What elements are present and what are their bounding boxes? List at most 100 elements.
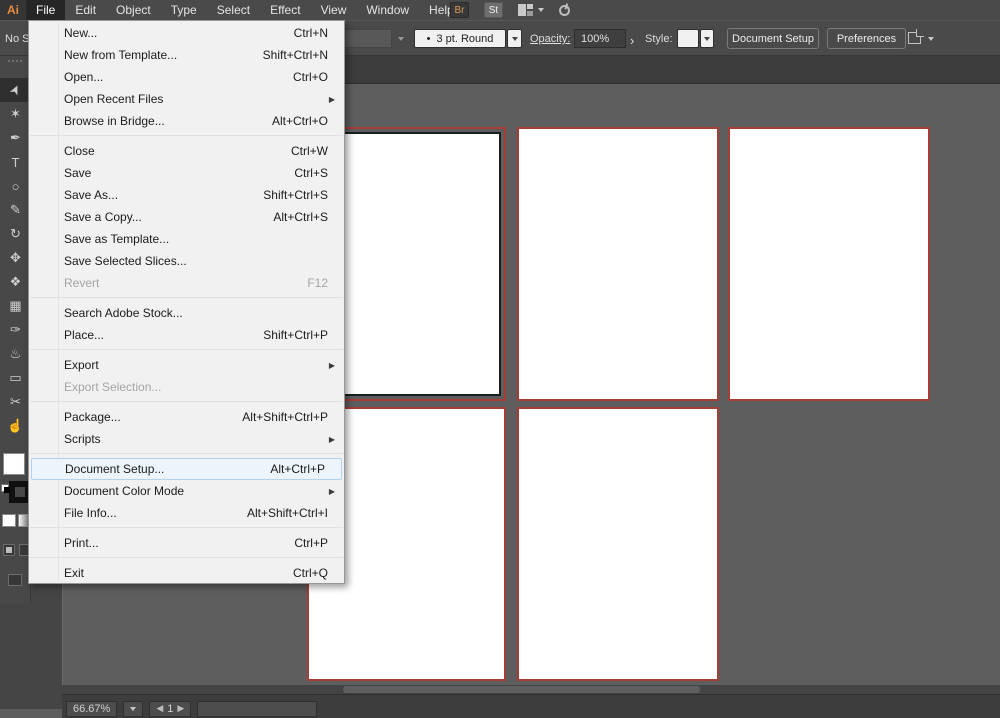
symbol-sprayer-tool[interactable]: ♨ [0, 342, 31, 366]
shortcut: Shift+Ctrl+P [263, 328, 328, 342]
menu-item-document-color-mode[interactable]: Document Color Mode ▶ [29, 480, 344, 502]
select-similar-options-icon[interactable] [908, 32, 921, 44]
preferences-button[interactable]: Preferences [827, 28, 906, 49]
color-mode-button[interactable] [2, 514, 16, 527]
shortcut: Alt+Shift+Ctrl+I [247, 506, 328, 520]
opacity-field[interactable]: 100% [574, 29, 626, 48]
tools-panel: ➤ ✶ ✒ T ○ ✎ ↻ ✥ ❖ ▦ ✑ ♨ ▭ ✂ ☝ [0, 56, 31, 604]
free-transform-tool[interactable]: ✥ [0, 246, 31, 270]
style-dropdown-button[interactable] [700, 29, 714, 48]
submenu-arrow-icon: ▶ [329, 435, 335, 444]
mesh-tool[interactable]: ▦ [0, 294, 31, 318]
stroke-chevron-icon[interactable] [398, 37, 404, 41]
shape-builder-tool[interactable]: ❖ [0, 270, 31, 294]
shortcut: Ctrl+O [293, 70, 328, 84]
menu-item-close[interactable]: Close Ctrl+W [29, 140, 344, 162]
horizontal-scrollbar[interactable] [62, 685, 1000, 694]
document-setup-button[interactable]: Document Setup [727, 28, 819, 49]
menu-separator [30, 297, 343, 298]
shape-builder-icon: ❖ [10, 274, 22, 290]
menu-item-browse-in-bridge[interactable]: Browse in Bridge... Alt+Ctrl+O [29, 110, 344, 132]
fill-color-swatch[interactable] [3, 453, 25, 475]
artboard-5[interactable] [517, 407, 719, 681]
menu-item-export-selection: Export Selection... [29, 376, 344, 398]
paintbrush-tool[interactable]: ✎ [0, 198, 31, 222]
brush-preview-dot: • [427, 33, 431, 45]
menu-item-exit[interactable]: Exit Ctrl+Q [29, 562, 344, 584]
ellipse-tool[interactable]: ○ [0, 174, 31, 198]
menu-item-save[interactable]: Save Ctrl+S [29, 162, 344, 184]
ellipse-icon: ○ [12, 179, 20, 194]
style-label: Style: [645, 33, 673, 45]
bridge-button[interactable]: Br [450, 2, 469, 18]
type-tool[interactable]: T [0, 150, 31, 174]
chevron-down-icon [538, 8, 544, 12]
menu-item-print[interactable]: Print... Ctrl+P [29, 532, 344, 554]
magic-wand-tool[interactable]: ✶ [0, 102, 31, 126]
menu-separator [30, 135, 343, 136]
shortcut: Ctrl+S [294, 166, 328, 180]
workspace-switcher[interactable] [518, 4, 544, 16]
type-icon: T [12, 155, 20, 170]
menu-item-new[interactable]: New... Ctrl+N [29, 22, 344, 44]
eyedropper-tool[interactable]: ✑ [0, 318, 31, 342]
menu-item-save-as[interactable]: Save As... Shift+Ctrl+S [29, 184, 344, 206]
submenu-arrow-icon: ▶ [329, 95, 335, 104]
menu-item-search-adobe-stock[interactable]: Search Adobe Stock... [29, 302, 344, 324]
menu-separator [30, 453, 343, 454]
chevron-down-icon[interactable] [928, 37, 934, 41]
shortcut: Ctrl+Q [293, 566, 328, 580]
menu-object[interactable]: Object [106, 0, 161, 20]
panel-grip[interactable] [8, 60, 22, 68]
artboard-2[interactable] [517, 127, 719, 401]
artboard-3[interactable] [728, 127, 930, 401]
menu-item-file-info[interactable]: File Info... Alt+Shift+Ctrl+I [29, 502, 344, 524]
menu-window[interactable]: Window [356, 0, 419, 20]
selection-tool[interactable]: ➤ [0, 78, 31, 102]
menu-separator [30, 557, 343, 558]
shortcut: Alt+Ctrl+S [273, 210, 328, 224]
menu-item-save-a-copy[interactable]: Save a Copy... Alt+Ctrl+S [29, 206, 344, 228]
symbol-sprayer-icon: ♨ [10, 346, 22, 362]
stock-button[interactable]: St [484, 2, 503, 18]
pen-tool[interactable]: ✒ [0, 126, 31, 150]
menu-type[interactable]: Type [161, 0, 207, 20]
draw-normal-mode-button[interactable] [3, 544, 15, 556]
rotate-tool[interactable]: ↻ [0, 222, 31, 246]
status-bar: 66.67% ◀ 1 ▶ [62, 694, 1000, 718]
menu-item-open-recent-files[interactable]: Open Recent Files ▶ [29, 88, 344, 110]
menu-item-export[interactable]: Export ▶ [29, 354, 344, 376]
menu-item-save-as-template[interactable]: Save as Template... [29, 228, 344, 250]
menu-item-place[interactable]: Place... Shift+Ctrl+P [29, 324, 344, 346]
menu-item-save-selected-slices[interactable]: Save Selected Slices... [29, 250, 344, 272]
artboard-tool[interactable]: ▭ [0, 366, 31, 390]
chevron-down-icon [704, 37, 710, 41]
menu-effect[interactable]: Effect [260, 0, 310, 20]
menu-edit[interactable]: Edit [65, 0, 106, 20]
brush-definition-value: 3 pt. Round [436, 33, 493, 45]
brush-definition-dropdown[interactable]: • 3 pt. Round [414, 29, 506, 48]
opacity-stepper-icon[interactable]: › [630, 33, 634, 48]
menu-separator [30, 527, 343, 528]
default-fill-stroke-icon[interactable] [1, 484, 11, 493]
shortcut: Ctrl+W [291, 144, 328, 158]
menu-view[interactable]: View [311, 0, 357, 20]
opacity-label[interactable]: Opacity: [530, 33, 570, 45]
screen-mode-button[interactable] [8, 574, 22, 586]
menu-item-new-from-template[interactable]: New from Template... Shift+Ctrl+N [29, 44, 344, 66]
style-swatch[interactable] [677, 29, 699, 48]
slice-tool[interactable]: ✂ [0, 390, 31, 414]
brush-dropdown-button[interactable] [507, 29, 522, 48]
menu-item-scripts[interactable]: Scripts ▶ [29, 428, 344, 450]
menu-item-document-setup[interactable]: Document Setup... Alt+Ctrl+P [31, 458, 342, 480]
menu-select[interactable]: Select [207, 0, 260, 20]
hand-tool[interactable]: ☝ [0, 414, 31, 438]
menu-item-package[interactable]: Package... Alt+Shift+Ctrl+P [29, 406, 344, 428]
scrollbar-thumb[interactable] [343, 686, 699, 693]
selection-tool-icon: ➤ [6, 82, 25, 99]
submenu-arrow-icon: ▶ [329, 487, 335, 496]
file-menu: New... Ctrl+N New from Template... Shift… [28, 20, 345, 584]
menu-file[interactable]: File [26, 0, 65, 20]
touch-workspace-icon[interactable] [558, 3, 572, 17]
menu-item-open[interactable]: Open... Ctrl+O [29, 66, 344, 88]
